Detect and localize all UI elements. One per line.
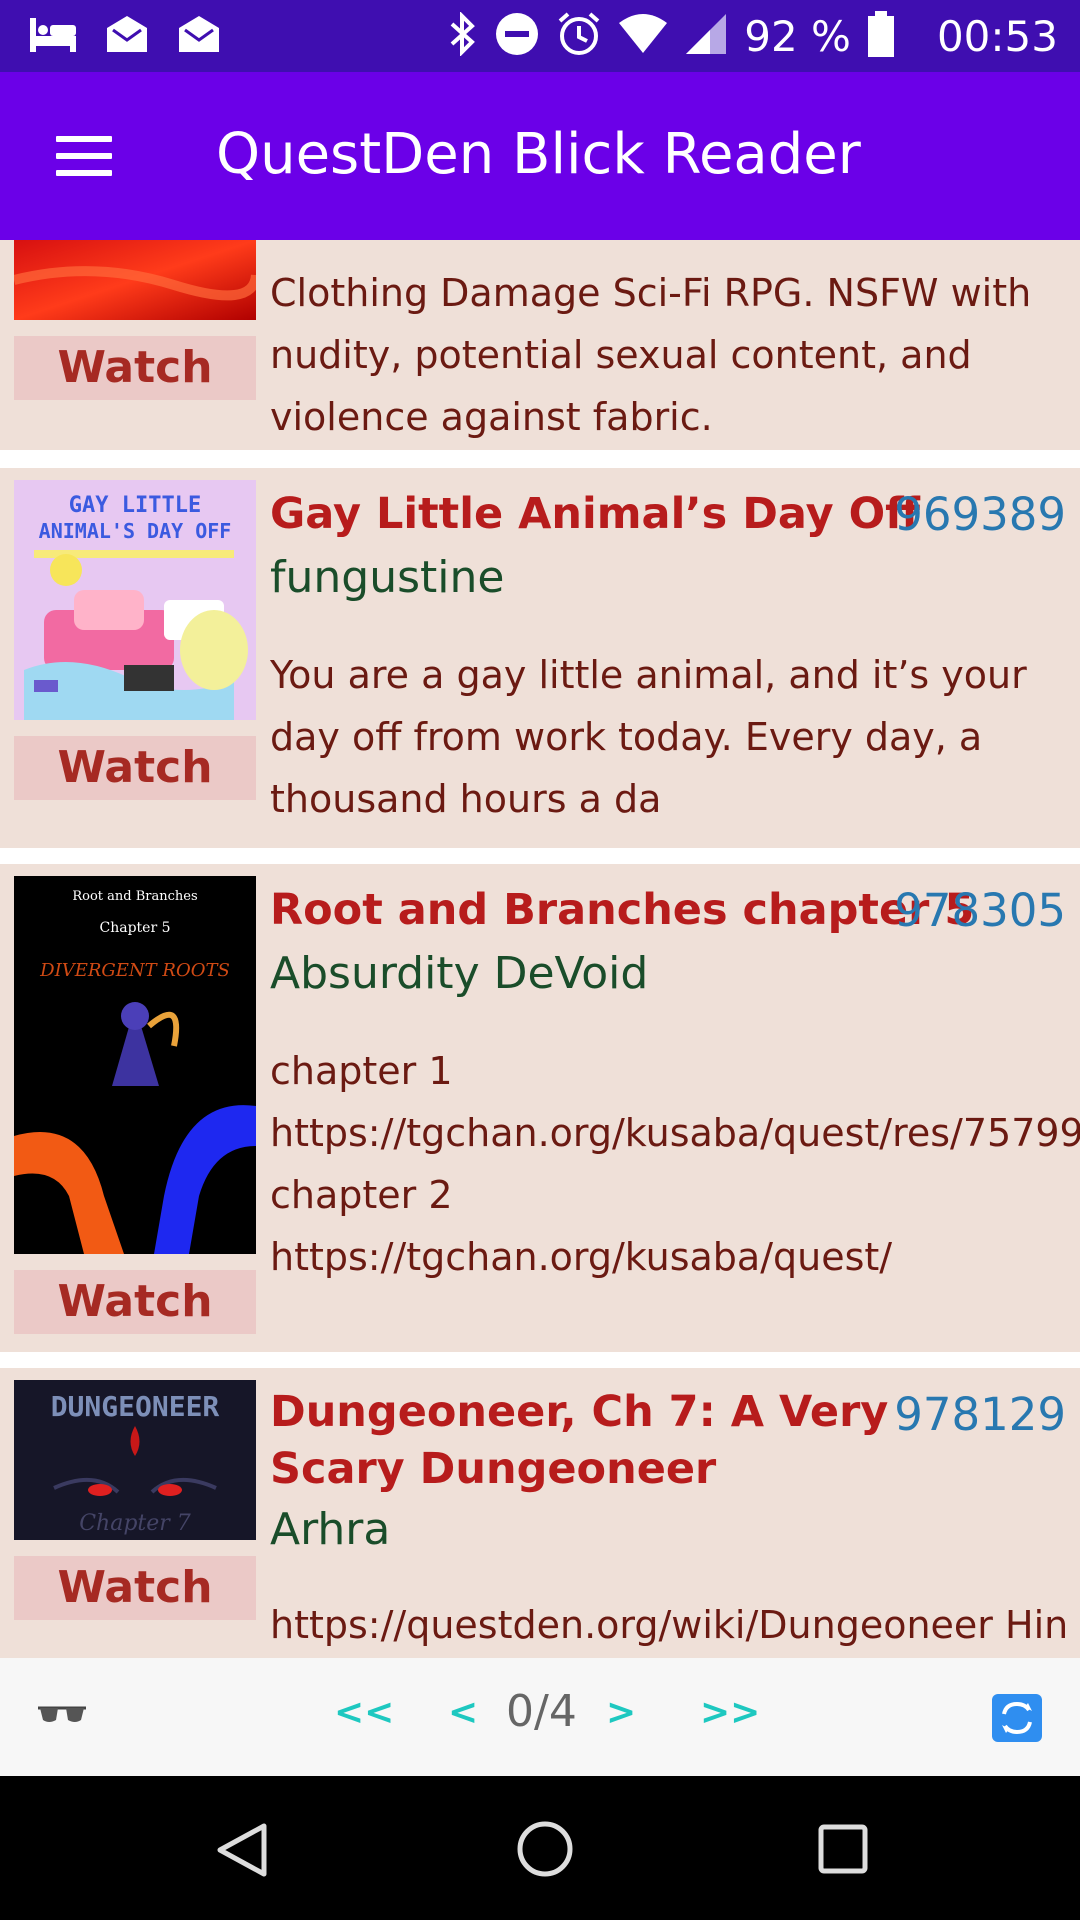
quest-thumbnail[interactable]: Root and Branches Chapter 5 DIVERGENT RO…: [14, 876, 256, 1254]
battery-percent: 92 %: [744, 11, 851, 61]
quest-description: Clothing Damage Sci-Fi RPG. NSFW with nu…: [270, 271, 1032, 439]
app-title: QuestDen Blick Reader: [216, 122, 861, 187]
status-bar: 92 % 00:53: [0, 0, 1080, 72]
hamburger-icon[interactable]: [56, 136, 112, 176]
battery-icon: [867, 10, 895, 62]
prev-page-button[interactable]: <: [448, 1692, 478, 1733]
system-nav-bar: [0, 1776, 1080, 1920]
recents-icon[interactable]: [818, 1824, 868, 1879]
quest-title[interactable]: Dungeoneer, Ch 7: A Very Scary Dungeonee…: [270, 1384, 890, 1498]
quest-author: Absurdity DeVoid: [270, 948, 649, 999]
quest-thumbnail[interactable]: DUNGEONEER Chapter 7: [14, 1380, 256, 1540]
thumb-subtitle: Chapter 5: [100, 920, 171, 936]
bluetooth-icon: [448, 10, 478, 61]
glasses-icon[interactable]: [36, 1702, 88, 1731]
next-page-button[interactable]: >: [606, 1692, 636, 1733]
page-indicator: 0/4: [506, 1686, 577, 1737]
quest-description: chapter 1 https://tgchan.org/kusaba/ques…: [270, 1049, 1080, 1279]
quest-title[interactable]: Gay Little Animal’s Day Off: [270, 486, 920, 543]
quest-id: 969389: [894, 488, 1066, 541]
thumb-title: Root and Branches: [72, 889, 197, 904]
thumb-title: DUNGEONEER: [51, 1390, 220, 1423]
pager-toolbar: << < 0/4 > >>: [0, 1658, 1080, 1776]
watch-button[interactable]: Watch: [14, 336, 256, 400]
quest-thumbnail[interactable]: GAY LITTLE ANIMAL'S DAY OFF: [14, 480, 256, 720]
dnd-icon: [494, 11, 540, 62]
quest-title[interactable]: Root and Branches chapter 5: [270, 882, 974, 939]
mail-icon: [104, 14, 150, 59]
quest-card[interactable]: DUNGEONEER Chapter 7 Watch Dungeoneer, C…: [0, 1368, 1080, 1658]
quest-id: 978129: [894, 1388, 1066, 1441]
app-bar: QuestDen Blick Reader: [0, 72, 1080, 240]
quest-description: You are a gay little animal, and it’s yo…: [270, 653, 1027, 821]
wifi-icon: [618, 13, 668, 60]
quest-card[interactable]: GAY LITTLE ANIMAL'S DAY OFF Watch Gay Li…: [0, 468, 1080, 848]
svg-text:ANIMAL'S DAY OFF: ANIMAL'S DAY OFF: [39, 519, 232, 543]
svg-text:GAY LITTLE: GAY LITTLE: [69, 493, 201, 518]
quest-id: 978305: [894, 884, 1066, 937]
watch-button[interactable]: Watch: [14, 1556, 256, 1620]
alarm-icon: [556, 11, 602, 62]
refresh-icon[interactable]: [992, 1694, 1042, 1747]
thumb-logo: DIVERGENT ROOTS: [39, 960, 230, 981]
first-page-button[interactable]: <<: [334, 1692, 394, 1733]
last-page-button[interactable]: >>: [700, 1692, 760, 1733]
signal-icon: [684, 12, 728, 61]
watch-button[interactable]: Watch: [14, 1270, 256, 1334]
quest-list[interactable]: Watch Clothing Damage Sci-Fi RPG. NSFW w…: [0, 240, 1080, 1658]
watch-button[interactable]: Watch: [14, 736, 256, 800]
back-icon[interactable]: [216, 1822, 268, 1883]
quest-description: https://questden.org/wiki/Dungeoneer Hin: [270, 1603, 1069, 1647]
quest-author: fungustine: [270, 552, 505, 603]
quest-thumbnail[interactable]: [14, 240, 256, 320]
bed-icon: [28, 14, 78, 59]
mail-icon: [176, 14, 222, 59]
quest-author: Arhra: [270, 1504, 391, 1555]
home-icon[interactable]: [516, 1820, 574, 1883]
thumb-subtitle: Chapter 7: [79, 1511, 191, 1536]
clock: 00:53: [936, 11, 1058, 61]
quest-card[interactable]: Root and Branches Chapter 5 DIVERGENT RO…: [0, 864, 1080, 1352]
quest-card[interactable]: Watch Clothing Damage Sci-Fi RPG. NSFW w…: [0, 240, 1080, 450]
